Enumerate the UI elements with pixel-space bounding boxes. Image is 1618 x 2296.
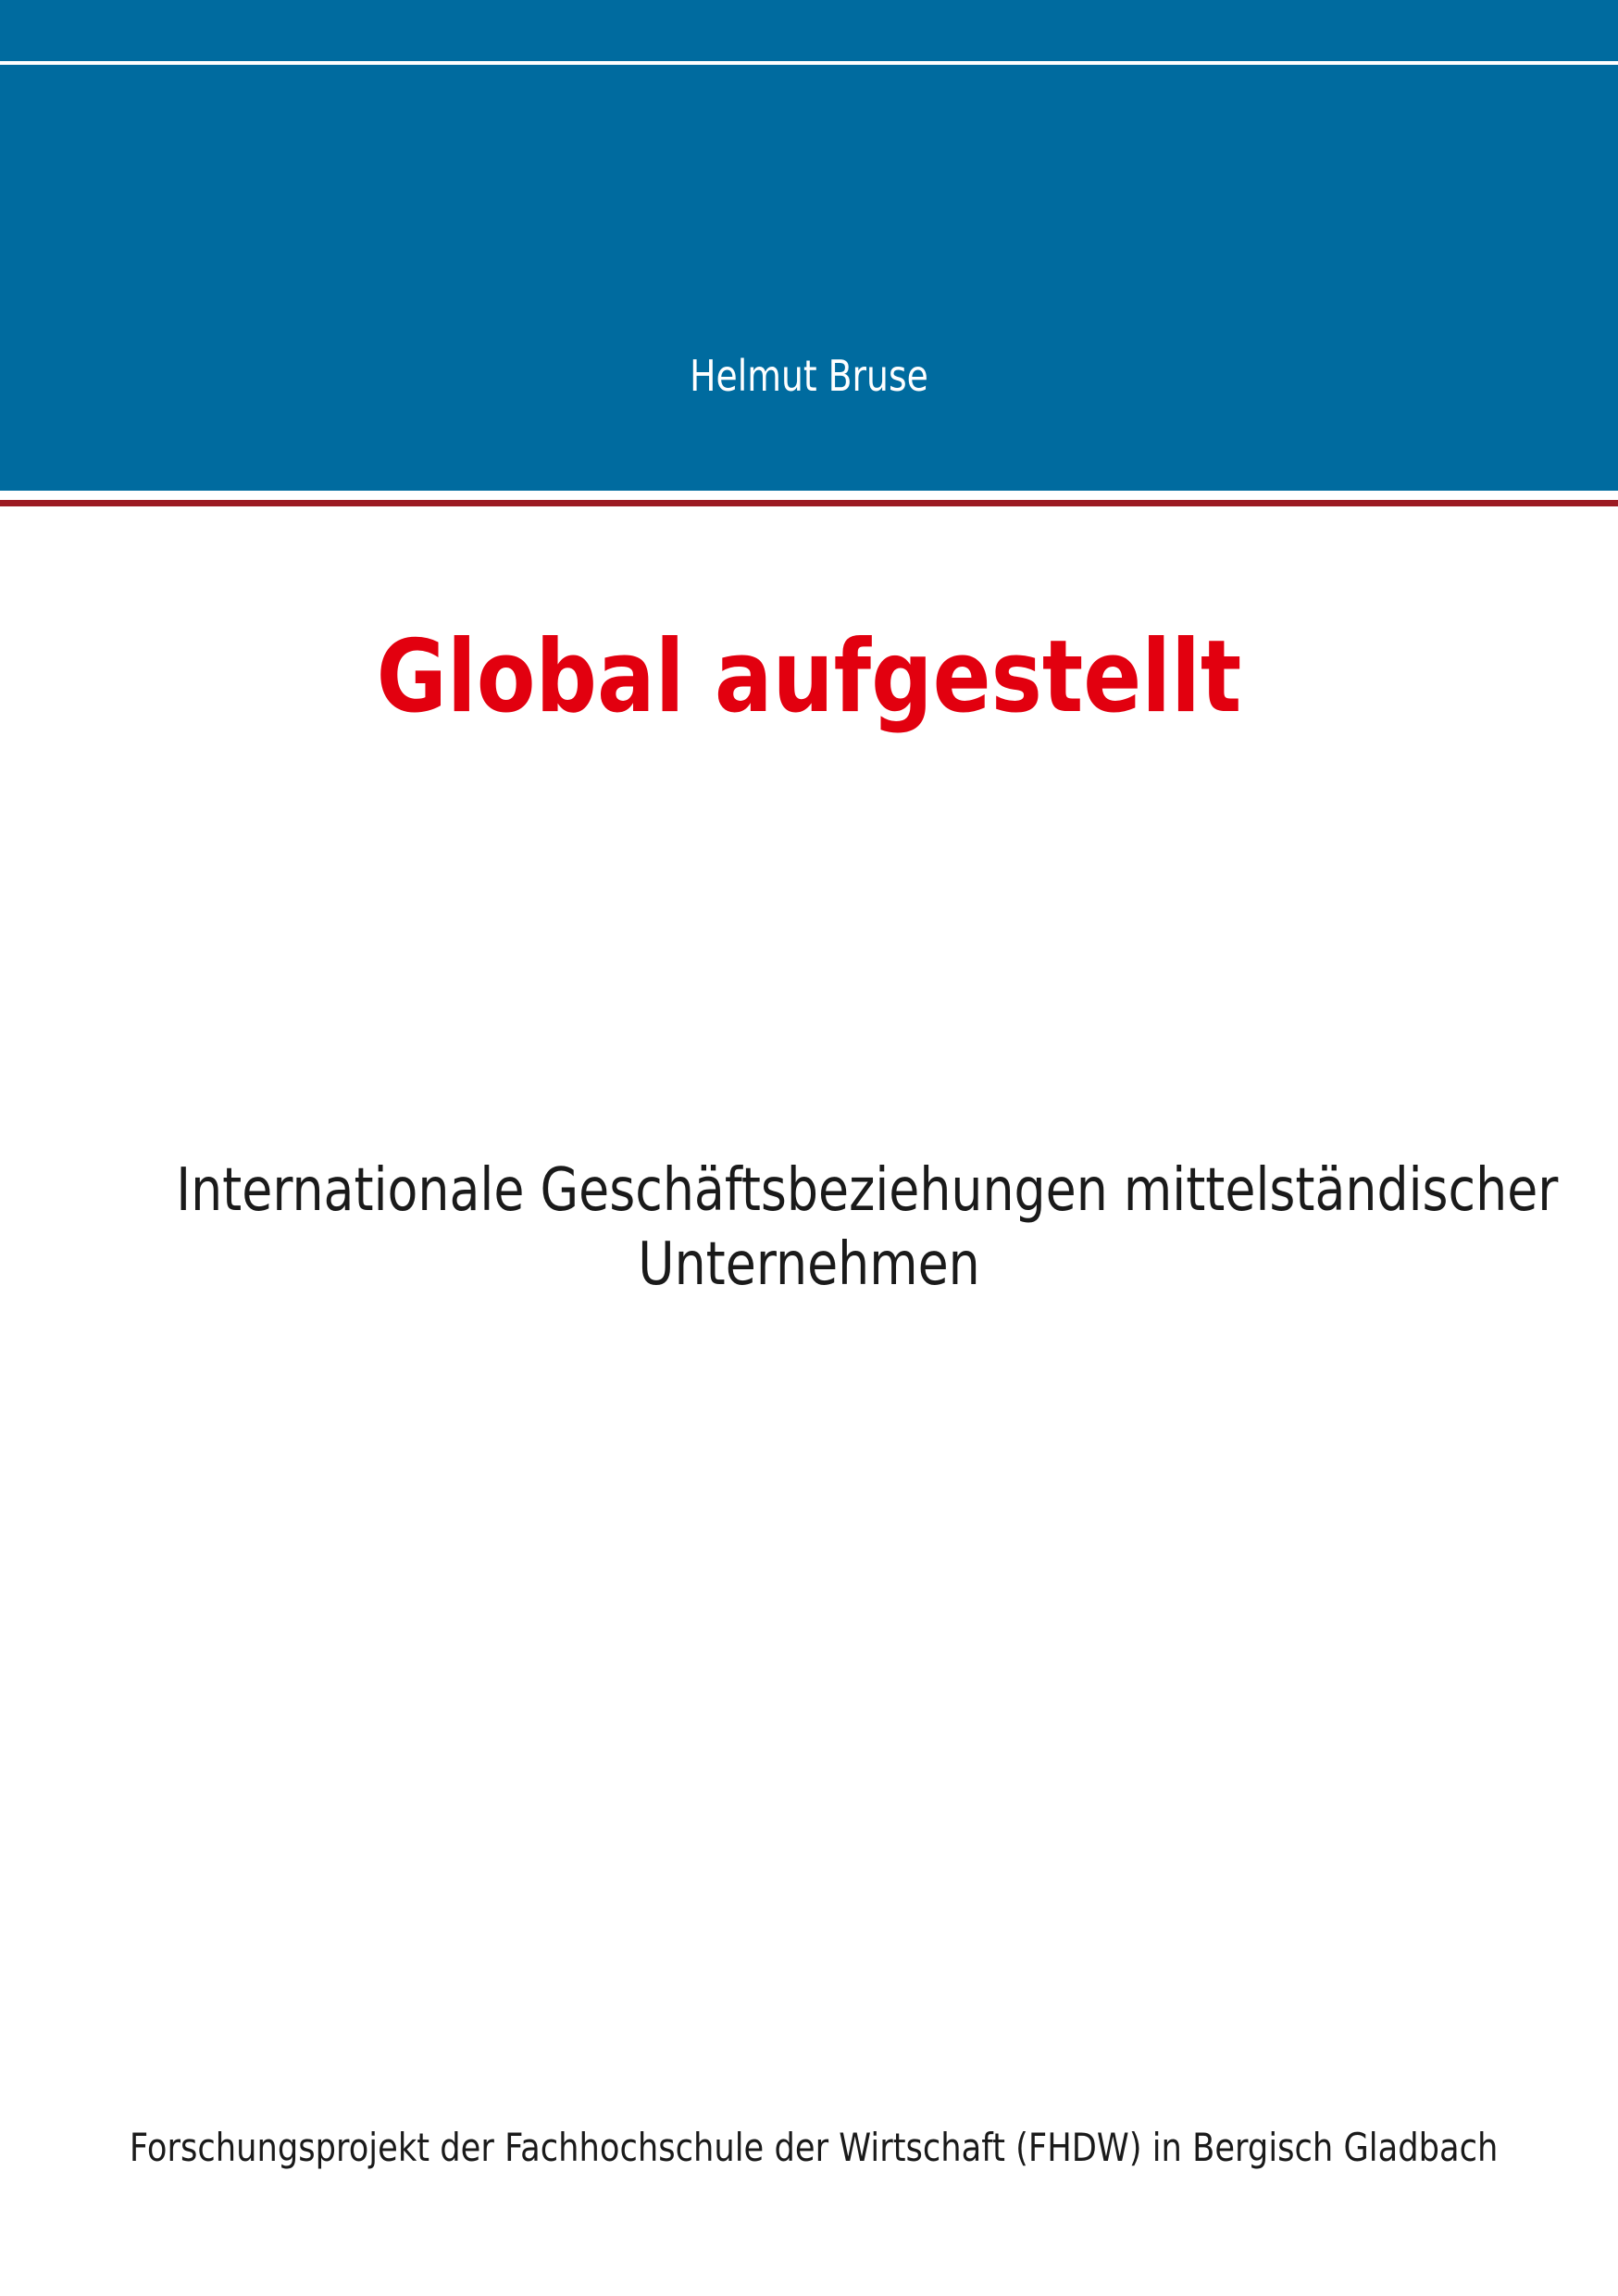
- header-gap: [0, 491, 1618, 500]
- book-title: Global aufgestellt: [376, 619, 1242, 735]
- subtitle-line-1: Internationale Geschäftsbeziehungen mitt…: [176, 1156, 1559, 1225]
- author-name: Helmut Bruse: [690, 351, 928, 401]
- header-accent-line: [0, 500, 1618, 506]
- book-subtitle: Internationale Geschäftsbeziehungen mitt…: [56, 1154, 1562, 1302]
- subtitle-line-2: Unternehmen: [638, 1230, 980, 1299]
- header-band: [0, 0, 1618, 491]
- footer-note: Forschungsprojekt der Fachhochschule der…: [129, 2125, 1499, 2170]
- book-cover: Helmut Bruse Global aufgestellt Internat…: [0, 0, 1618, 2296]
- header-top-line: [0, 61, 1618, 65]
